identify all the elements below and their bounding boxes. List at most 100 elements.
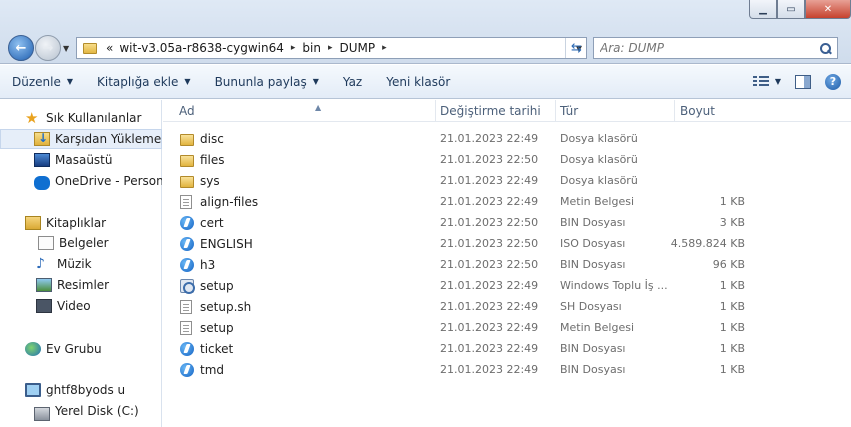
file-date: 21.01.2023 22:50 [440, 216, 539, 229]
file-name: cert [200, 216, 224, 230]
chevron-right-icon[interactable]: ▸ [324, 43, 337, 53]
column-header-type[interactable]: Tür [560, 100, 675, 122]
file-name: sys [200, 174, 220, 188]
nav-desktop-label: Masaüstü [55, 153, 113, 167]
file-row[interactable]: h3 21.01.2023 22:50 BIN Dosyası 96 KB [163, 255, 851, 276]
file-name: h3 [200, 258, 216, 272]
refresh-icon: ⇆ [571, 40, 582, 56]
file-name: setup [200, 279, 234, 293]
file-size: 1 KB [719, 279, 745, 292]
file-size: 1 KB [719, 195, 745, 208]
file-row[interactable]: sys 21.01.2023 22:49 Dosya klasörü [163, 171, 851, 192]
search-icon[interactable] [820, 42, 831, 54]
downloads-folder-icon [34, 131, 50, 146]
search-box[interactable] [593, 37, 838, 59]
file-name: disc [200, 132, 224, 146]
desktop-icon [34, 153, 50, 167]
file-date: 21.01.2023 22:49 [440, 300, 539, 313]
file-type: Dosya klasörü [560, 132, 638, 145]
recent-pages-button[interactable]: ▼ [63, 44, 69, 53]
refresh-button[interactable]: ⇆ [565, 38, 587, 58]
file-date: 21.01.2023 22:50 [440, 258, 539, 271]
sort-ascending-icon: ▲ [315, 103, 322, 112]
nav-documents[interactable]: Belgeler [0, 233, 162, 253]
hard-disk-icon [34, 406, 50, 421]
file-size: 96 KB [712, 258, 745, 271]
window-controls: ▁ ▭ ✕ [749, 0, 851, 19]
preview-pane-icon[interactable] [795, 74, 811, 89]
file-row[interactable]: files 21.01.2023 22:50 Dosya klasörü [163, 150, 851, 171]
title-bar: ▁ ▭ ✕ ← → ▼ « wit-v3.05a-r8638-cygwin64 … [0, 0, 851, 64]
file-row[interactable]: ENGLISH 21.01.2023 22:50 ISO Dosyası 4.5… [163, 234, 851, 255]
file-name: setup [200, 321, 234, 335]
view-options-icon[interactable] [752, 75, 769, 88]
share-with-button[interactable]: Bununla paylaş ▼ [203, 75, 331, 89]
nav-homegroup[interactable]: Ev Grubu [0, 339, 162, 359]
nav-favorites[interactable]: ★ Sık Kullanılanlar [0, 108, 162, 128]
file-row[interactable]: tmd 21.01.2023 22:49 BIN Dosyası 1 KB [163, 360, 851, 381]
help-icon[interactable]: ? [825, 73, 841, 90]
close-button[interactable]: ✕ [805, 0, 851, 19]
file-type: ISO Dosyası [560, 237, 626, 250]
column-name-label: Ad [179, 104, 195, 118]
nav-onedrive[interactable]: OneDrive - Personal [0, 171, 162, 191]
folder-icon [180, 176, 194, 188]
chevron-down-icon: ▼ [66, 77, 74, 86]
organize-label: Düzenle [12, 74, 61, 89]
column-type-label: Tür [560, 104, 579, 118]
column-header-size[interactable]: Boyut [680, 100, 760, 122]
file-date: 21.01.2023 22:50 [440, 237, 539, 250]
include-in-library-button[interactable]: Kitaplığa ekle ▼ [85, 75, 203, 89]
nav-libraries-label: Kitaplıklar [46, 216, 107, 230]
breadcrumb-bin[interactable]: bin [299, 41, 324, 55]
column-header-name[interactable]: Ad ▲ [179, 100, 436, 122]
nav-pictures[interactable]: Resimler [0, 275, 162, 295]
file-type: Metin Belgesi [560, 321, 635, 334]
nav-favorites-label: Sık Kullanılanlar [46, 111, 142, 125]
forward-button[interactable]: → [35, 35, 61, 61]
column-headers: Ad ▲ Değiştirme tarihi Tür Boyut [163, 100, 851, 122]
burn-button[interactable]: Yaz [331, 75, 374, 89]
folder-icon [180, 134, 194, 146]
breadcrumb-wit[interactable]: wit-v3.05a-r8638-cygwin64 [116, 41, 287, 55]
file-size: 1 KB [719, 300, 745, 313]
text-file-icon [180, 195, 192, 209]
nav-videos[interactable]: Video [0, 296, 162, 316]
address-bar[interactable]: « wit-v3.05a-r8638-cygwin64 ▸ bin ▸ DUMP… [76, 37, 587, 59]
file-type: BIN Dosyası [560, 342, 626, 355]
file-row[interactable]: setup 21.01.2023 22:49 Metin Belgesi 1 K… [163, 318, 851, 339]
file-name: files [200, 153, 225, 167]
nav-music[interactable]: ♪ Müzik [0, 254, 162, 274]
file-row[interactable]: align-files 21.01.2023 22:49 Metin Belge… [163, 192, 851, 213]
maximize-button[interactable]: ▭ [777, 0, 805, 19]
computer-icon [25, 383, 41, 397]
nav-downloads-label: Karşıdan Yüklemeler [55, 132, 162, 146]
nav-music-label: Müzik [57, 257, 92, 271]
nav-desktop[interactable]: Masaüstü [0, 150, 162, 170]
include-library-label: Kitaplığa ekle [97, 74, 179, 89]
nav-downloads[interactable]: Karşıdan Yüklemeler [0, 129, 162, 149]
batch-file-icon [180, 279, 195, 294]
breadcrumb-overflow[interactable]: « [103, 41, 116, 55]
file-row[interactable]: cert 21.01.2023 22:50 BIN Dosyası 3 KB [163, 213, 851, 234]
nav-local-disk-label: Yerel Disk (C:) [55, 404, 139, 418]
breadcrumb-dump[interactable]: DUMP [336, 41, 378, 55]
file-row[interactable]: disc 21.01.2023 22:49 Dosya klasörü [163, 129, 851, 150]
minimize-button[interactable]: ▁ [749, 0, 777, 19]
file-row[interactable]: ticket 21.01.2023 22:49 BIN Dosyası 1 KB [163, 339, 851, 360]
organize-button[interactable]: Düzenle ▼ [0, 75, 85, 89]
nav-libraries[interactable]: Kitaplıklar [0, 213, 162, 233]
back-button[interactable]: ← [8, 35, 34, 61]
file-row[interactable]: setup.sh 21.01.2023 22:49 SH Dosyası 1 K… [163, 297, 851, 318]
nav-local-disk[interactable]: Yerel Disk (C:) [0, 401, 162, 421]
file-date: 21.01.2023 22:49 [440, 363, 539, 376]
chevron-right-icon[interactable]: ▸ [378, 43, 391, 53]
search-input[interactable] [600, 41, 810, 55]
column-header-modified[interactable]: Değiştirme tarihi [440, 100, 556, 122]
star-icon: ★ [25, 109, 39, 127]
nav-computer[interactable]: ghtf8byods u [0, 380, 162, 400]
chevron-down-icon[interactable]: ▼ [775, 77, 781, 86]
chevron-right-icon[interactable]: ▸ [287, 43, 300, 53]
new-folder-button[interactable]: Yeni klasör [374, 75, 462, 89]
file-row[interactable]: setup 21.01.2023 22:49 Windows Toplu İş … [163, 276, 851, 297]
